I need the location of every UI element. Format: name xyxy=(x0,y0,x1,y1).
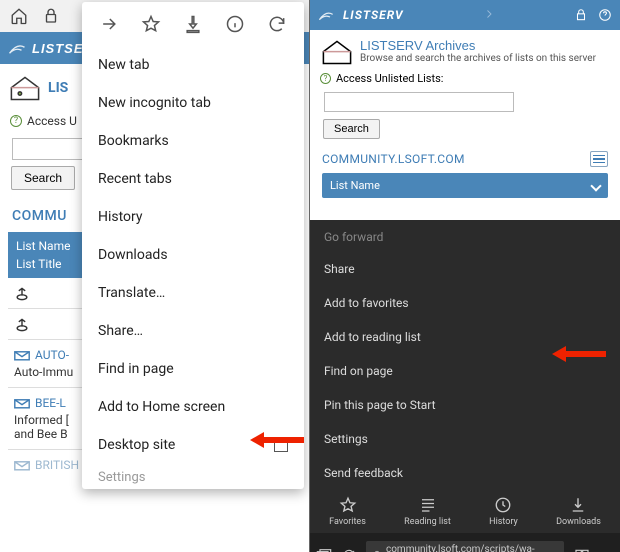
menu-new-incognito[interactable]: New incognito tab xyxy=(82,84,304,122)
hamburger-icon[interactable] xyxy=(590,151,608,167)
action-downloads[interactable]: Downloads xyxy=(556,496,601,527)
access-input[interactable] xyxy=(324,92,514,112)
red-arrow-annotation xyxy=(248,430,306,450)
menu-pin-start[interactable]: Pin this page to Start xyxy=(310,388,620,422)
menu-new-tab[interactable]: New tab xyxy=(82,46,304,84)
red-arrow-annotation xyxy=(550,344,608,364)
menu-add-favorites[interactable]: Add to favorites xyxy=(310,286,620,320)
url-field[interactable]: community.lsoft.com/scripts/wa-LSOF xyxy=(366,541,564,552)
menu-feedback[interactable]: Send feedback xyxy=(310,456,620,490)
chevron-down-icon xyxy=(590,180,601,191)
more-dots[interactable]: ··· xyxy=(600,547,614,552)
menu-settings-faded[interactable]: Settings xyxy=(82,464,304,487)
archives-title[interactable]: LISTSERV Archives xyxy=(360,38,596,53)
right-page-content: LISTSERV Archives Browse and search the … xyxy=(310,30,620,198)
help-icon[interactable] xyxy=(598,8,612,22)
edge-address-bar: community.lsoft.com/scripts/wa-LSOF ··· xyxy=(310,533,620,552)
lock-icon xyxy=(42,7,60,25)
chevron-right-icon[interactable] xyxy=(483,8,495,20)
access-label: Access U xyxy=(27,114,77,128)
menu-bookmarks[interactable]: Bookmarks xyxy=(82,122,304,160)
chrome-overflow-menu: New tab New incognito tab Bookmarks Rece… xyxy=(82,2,304,489)
search-button[interactable]: Search xyxy=(323,119,380,139)
download-icon[interactable] xyxy=(183,14,203,34)
archives-link[interactable]: LIS xyxy=(48,80,68,96)
edge-header: LISTSERV xyxy=(310,0,620,30)
help-icon[interactable]: ? xyxy=(320,73,331,84)
menu-toolbar xyxy=(82,4,304,46)
menu-add-home[interactable]: Add to Home screen xyxy=(82,388,304,426)
help-icon[interactable]: ? xyxy=(10,115,22,127)
menu-translate[interactable]: Translate… xyxy=(82,274,304,312)
brand-text: LISTSERV xyxy=(343,8,404,22)
edge-overflow-menu: Go forward Share Add to favorites Add to… xyxy=(310,220,620,552)
menu-settings[interactable]: Settings xyxy=(310,422,620,456)
list-header[interactable]: List Name xyxy=(322,173,608,198)
menu-find-in-page[interactable]: Find in page xyxy=(82,350,304,388)
menu-share[interactable]: Share xyxy=(310,252,620,286)
archives-house-icon xyxy=(8,74,42,102)
action-favorites[interactable]: Favorites xyxy=(329,496,366,527)
right-phone-edge: LISTSERV LISTSERV Archives Browse and se… xyxy=(310,0,620,552)
menu-downloads[interactable]: Downloads xyxy=(82,236,304,274)
archives-house-icon xyxy=(320,38,354,66)
menu-go-forward: Go forward xyxy=(310,220,620,252)
reading-view-icon[interactable] xyxy=(574,548,590,552)
archives-subtitle: Browse and search the archives of lists … xyxy=(360,53,596,64)
menu-recent-tabs[interactable]: Recent tabs xyxy=(82,160,304,198)
tabs-icon[interactable] xyxy=(316,548,332,552)
edge-footer: Favorites Reading list History Downloads xyxy=(310,490,620,552)
info-icon[interactable] xyxy=(225,14,245,34)
menu-history[interactable]: History xyxy=(82,198,304,236)
community-heading: COMMUNITY.LSOFT.COM xyxy=(322,152,465,166)
star-icon[interactable] xyxy=(141,14,161,34)
menu-share[interactable]: Share… xyxy=(82,312,304,350)
forward-icon[interactable] xyxy=(99,14,119,34)
refresh-icon[interactable] xyxy=(342,548,356,552)
reload-icon[interactable] xyxy=(267,14,287,34)
lock-icon[interactable] xyxy=(574,8,588,22)
action-reading[interactable]: Reading list xyxy=(404,496,451,527)
action-history[interactable]: History xyxy=(489,496,518,527)
access-label: Access Unlisted Lists: xyxy=(336,72,443,85)
home-icon[interactable] xyxy=(10,7,28,25)
left-phone-chrome: LISTSER LIS ? Access U Search COMMU List… xyxy=(0,0,310,552)
search-button[interactable]: Search xyxy=(11,166,75,190)
